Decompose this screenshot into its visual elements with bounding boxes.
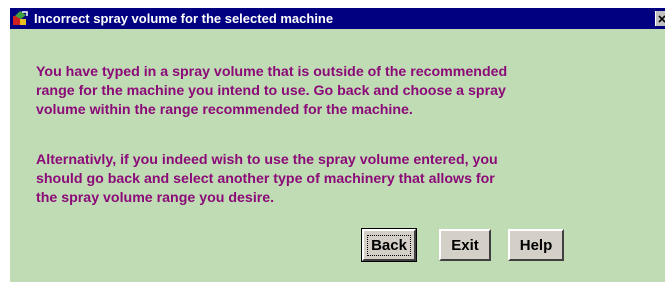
app-icon bbox=[12, 10, 29, 27]
back-button-label: Back bbox=[367, 234, 411, 256]
message-line: should go back and select another type o… bbox=[36, 171, 495, 187]
message-line: Alternativly, if you indeed wish to use … bbox=[36, 152, 498, 168]
dialog-body: You have typed in a spray volume that is… bbox=[10, 29, 665, 282]
dialog-window: Incorrect spray volume for the selected … bbox=[0, 0, 665, 282]
close-icon[interactable] bbox=[655, 11, 665, 26]
exit-button-label: Exit bbox=[451, 236, 479, 254]
message-paragraph-2: Alternativly, if you indeed wish to use … bbox=[36, 151, 646, 208]
help-button[interactable]: Help bbox=[508, 229, 564, 261]
exit-button[interactable]: Exit bbox=[439, 229, 491, 261]
message-line: range for the machine you intend to use.… bbox=[36, 83, 506, 99]
title-bar[interactable]: Incorrect spray volume for the selected … bbox=[10, 8, 665, 29]
message-line: You have typed in a spray volume that is… bbox=[36, 64, 508, 80]
message-paragraph-1: You have typed in a spray volume that is… bbox=[36, 63, 646, 120]
message-line: volume within the range recommended for … bbox=[36, 102, 413, 118]
window-title: Incorrect spray volume for the selected … bbox=[34, 11, 334, 26]
message-line: the spray volume range you desire. bbox=[36, 190, 275, 206]
help-button-label: Help bbox=[519, 236, 553, 254]
back-button[interactable]: Back bbox=[361, 228, 417, 262]
